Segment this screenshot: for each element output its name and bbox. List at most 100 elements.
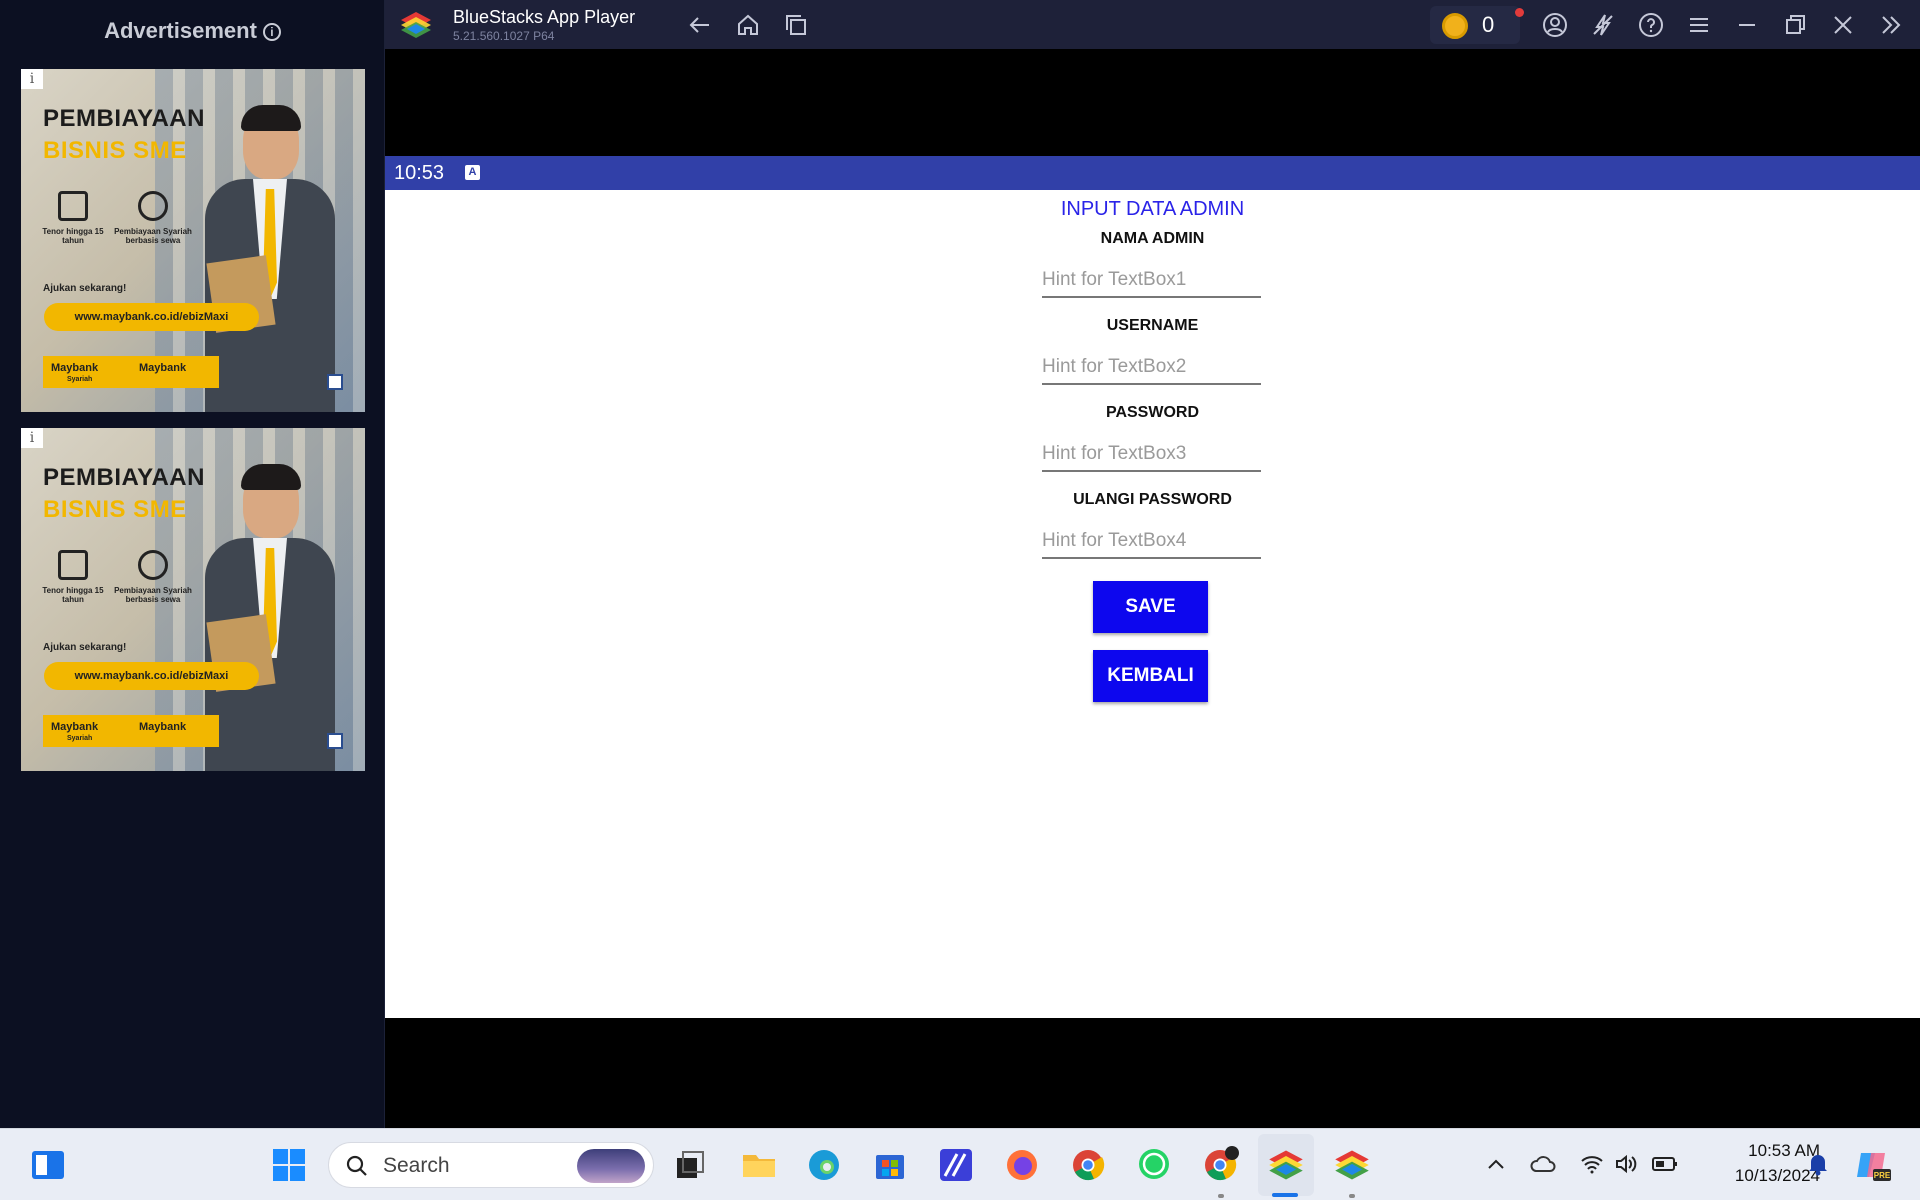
hand-coin-icon xyxy=(138,550,168,580)
close-icon[interactable] xyxy=(1830,12,1856,38)
maybank-logo: Maybank xyxy=(139,362,187,374)
menu-icon[interactable] xyxy=(1686,12,1712,38)
ad-feature: Tenor hingga 15 tahun xyxy=(33,191,113,245)
taskbar-search[interactable]: Search xyxy=(328,1142,654,1188)
app-version: 5.21.560.1027 P64 xyxy=(453,29,555,43)
chrome-profile-icon[interactable] xyxy=(1201,1146,1239,1184)
emulator-top-letterbox xyxy=(385,49,1920,156)
notification-bell-icon[interactable] xyxy=(1807,1151,1829,1177)
bluestacks-logo-icon xyxy=(401,12,431,38)
app-screen: INPUT DATA ADMIN NAMA ADMIN USERNAME PAS… xyxy=(385,190,1920,1018)
ad-banner[interactable]: i PEMBIAYAAN BISNIS SME Tenor hingga 15 … xyxy=(21,69,365,412)
back-arrow-icon[interactable] xyxy=(687,12,713,38)
maybank-syariah-logo: Maybank xyxy=(51,721,99,733)
calendar-icon xyxy=(58,550,88,580)
ad-banner[interactable]: i PEMBIAYAAN BISNIS SME Tenor hingga 15 … xyxy=(21,428,365,771)
firefox-icon[interactable] xyxy=(1003,1146,1041,1184)
search-icon xyxy=(346,1155,367,1176)
logo-sub: Syariah xyxy=(67,735,93,742)
restore-icon[interactable] xyxy=(1782,12,1808,38)
screen: Advertisement i i PEMBIAYAAN BISNIS SME T… xyxy=(0,0,1920,1200)
active-app-indicator xyxy=(1272,1193,1298,1197)
windows-taskbar: Search 10:53 AM 10/13/2024 PRE xyxy=(0,1128,1920,1200)
businessman-image xyxy=(205,464,335,771)
ad-feature: Pembiayaan Syariah berbasis sewa xyxy=(113,191,193,245)
ad-cta: Ajukan sekarang! xyxy=(43,642,127,653)
edge-icon[interactable] xyxy=(805,1146,843,1184)
android-statusbar: 10:53 A xyxy=(385,156,1920,190)
microsoft-store-icon[interactable] xyxy=(871,1146,909,1184)
logo-sub: Syariah xyxy=(67,376,93,383)
coins-counter[interactable]: 0 xyxy=(1430,6,1524,44)
info-icon[interactable]: i xyxy=(262,23,281,41)
ad-url-button[interactable]: www.maybank.co.id/ebizMaxi xyxy=(44,303,259,331)
whatsapp-icon[interactable] xyxy=(1135,1146,1173,1184)
adchoices-icon[interactable] xyxy=(327,374,343,390)
editor-app-icon[interactable] xyxy=(937,1146,975,1184)
page-title: INPUT DATA ADMIN xyxy=(1060,198,1245,220)
ad-header-label: Advertisement xyxy=(104,18,257,43)
adchoices-icon[interactable] xyxy=(327,733,343,749)
expand-sidebar-icon[interactable] xyxy=(1878,12,1904,38)
clock-time[interactable]: 10:53 AM xyxy=(1712,1141,1820,1161)
ad-sidebar: Advertisement i i PEMBIAYAAN BISNIS SME T… xyxy=(0,0,385,1128)
coin-icon xyxy=(1442,13,1468,39)
ad-info-icon[interactable]: i xyxy=(21,69,43,89)
ad-subheadline: BISNIS SME xyxy=(43,137,187,164)
widgets-icon[interactable] xyxy=(29,1146,67,1184)
kembali-button[interactable]: KEMBALI xyxy=(1093,650,1208,702)
status-time: 10:53 xyxy=(394,162,445,184)
calendar-icon xyxy=(58,191,88,221)
businessman-image xyxy=(205,105,335,412)
chevron-up-icon[interactable] xyxy=(1485,1153,1507,1175)
bluestacks-titlebar: BlueStacks App Player 5.21.560.1027 P64 … xyxy=(385,0,1920,49)
username-label: USERNAME xyxy=(1106,317,1199,334)
search-label: Search xyxy=(383,1154,450,1177)
maybank-logos: Maybank Syariah Maybank xyxy=(43,715,219,747)
account-icon[interactable] xyxy=(1542,12,1568,38)
password-label: PASSWORD xyxy=(1105,404,1200,421)
onedrive-icon[interactable] xyxy=(1530,1151,1558,1177)
home-icon[interactable] xyxy=(735,12,761,38)
svg-text:PRE: PRE xyxy=(1874,1171,1891,1180)
ad-info-icon[interactable]: i xyxy=(21,428,43,448)
hand-coin-icon xyxy=(138,191,168,221)
ad-url-button[interactable]: www.maybank.co.id/ebizMaxi xyxy=(44,662,259,690)
window-title: BlueStacks App Player xyxy=(453,7,636,27)
ad-feature: Tenor hingga 15 tahun xyxy=(33,550,113,604)
copilot-icon[interactable]: PRE xyxy=(1853,1147,1891,1183)
clock-date[interactable]: 10/13/2024 xyxy=(1712,1166,1820,1186)
coin-count: 0 xyxy=(1482,12,1495,37)
bluestacks-multi-instance-icon[interactable] xyxy=(1333,1146,1371,1184)
nama-admin-label: NAMA ADMIN xyxy=(1100,230,1205,247)
task-view-icon[interactable] xyxy=(671,1146,709,1184)
help-icon[interactable] xyxy=(1638,12,1664,38)
save-button[interactable]: SAVE xyxy=(1093,581,1208,633)
bluestacks-taskbar-icon[interactable] xyxy=(1267,1146,1305,1184)
running-app-indicator xyxy=(1349,1194,1355,1198)
password-input[interactable] xyxy=(1042,438,1261,472)
battery-icon[interactable] xyxy=(1652,1155,1678,1173)
running-app-indicator xyxy=(1218,1194,1224,1198)
nama-admin-input[interactable] xyxy=(1042,264,1261,298)
ad-cta: Ajukan sekarang! xyxy=(43,283,127,294)
username-input[interactable] xyxy=(1042,351,1261,385)
performance-off-icon[interactable] xyxy=(1590,12,1616,38)
ulangi-password-input[interactable] xyxy=(1042,525,1261,559)
ad-header: Advertisement i xyxy=(0,18,385,44)
minimize-icon[interactable] xyxy=(1734,12,1760,38)
chrome-icon[interactable] xyxy=(1069,1146,1107,1184)
volume-icon[interactable] xyxy=(1614,1153,1638,1175)
wifi-icon[interactable] xyxy=(1580,1153,1604,1175)
file-explorer-icon[interactable] xyxy=(740,1146,778,1184)
ulangi-password-label: ULANGI PASSWORD xyxy=(1073,491,1232,508)
notification-a-icon: A xyxy=(465,165,480,180)
search-highlight-image xyxy=(577,1149,645,1183)
ad-feature: Pembiayaan Syariah berbasis sewa xyxy=(113,550,193,604)
ad-headline: PEMBIAYAAN xyxy=(43,464,205,491)
recent-apps-icon[interactable] xyxy=(783,12,809,38)
notification-dot xyxy=(1515,8,1524,17)
maybank-syariah-logo: Maybank xyxy=(51,362,99,374)
windows-start-icon[interactable] xyxy=(270,1146,308,1184)
ad-subheadline: BISNIS SME xyxy=(43,496,187,523)
